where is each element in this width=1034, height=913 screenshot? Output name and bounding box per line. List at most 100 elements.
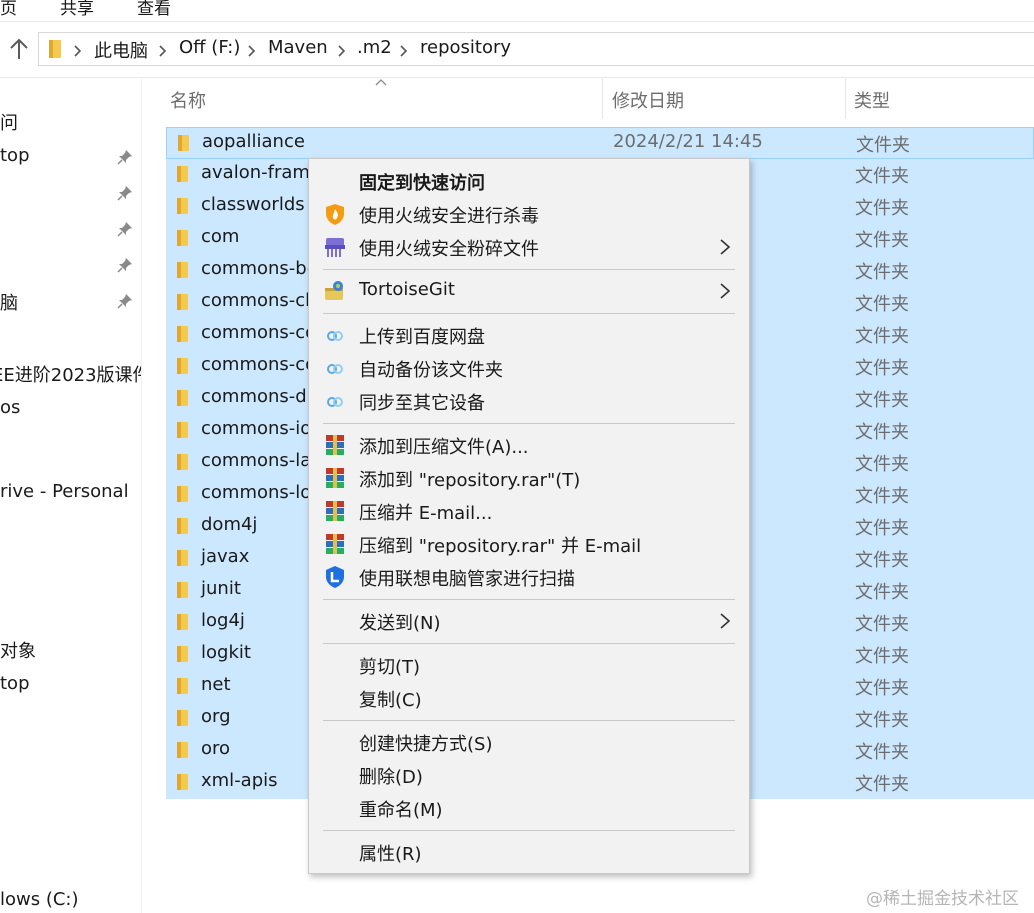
nav-item-desktop-2[interactable]: top	[0, 673, 30, 694]
folder-icon	[175, 165, 193, 183]
nav-item-this-pc-pinned[interactable]: 脑	[0, 289, 18, 315]
address-bar[interactable]: 此电脑 Off (F:) Maven .m2 repository	[38, 32, 1034, 66]
menu-item-label: TortoiseGit	[359, 279, 455, 300]
folder-icon	[175, 517, 193, 535]
menu-item-label: 上传到百度网盘	[359, 327, 485, 348]
address-row: 此电脑 Off (F:) Maven .m2 repository	[0, 22, 1034, 78]
folder-type: 文件夹	[855, 454, 909, 475]
folder-icon	[175, 197, 193, 215]
column-divider[interactable]	[602, 79, 603, 119]
submenu-arrow-icon	[720, 239, 731, 255]
menu-separator	[323, 269, 735, 270]
folder-name: commons-io	[201, 418, 312, 439]
menu-item-label: 重命名(M)	[359, 800, 443, 821]
folder-icon	[175, 293, 193, 311]
folder-type: 文件夹	[855, 358, 909, 379]
ribbon-tab-share[interactable]: 共享	[60, 0, 94, 19]
column-header-modified[interactable]: 修改日期	[612, 87, 684, 113]
menu-item-label: 使用火绒安全进行杀毒	[359, 206, 539, 227]
folder-icon	[175, 421, 193, 439]
column-divider[interactable]	[845, 79, 846, 119]
menu-item-huorong-shred[interactable]: 使用火绒安全粉碎文件	[309, 231, 749, 263]
folder-type: 文件夹	[855, 518, 909, 539]
breadcrumb-this-pc[interactable]: 此电脑	[94, 37, 148, 63]
menu-item-copy[interactable]: 复制(C)	[309, 682, 749, 714]
folder-name: dom4j	[201, 514, 258, 535]
breadcrumb-maven[interactable]: Maven	[268, 37, 328, 58]
menu-item-huorong-scan[interactable]: 使用火绒安全进行杀毒	[309, 198, 749, 230]
menu-item-cut[interactable]: 剪切(T)	[309, 649, 749, 681]
folder-icon	[176, 134, 194, 152]
baidu-netdisk-icon	[323, 356, 347, 380]
folder-icon	[175, 549, 193, 567]
menu-item-rar-email[interactable]: 压缩并 E-mail...	[309, 495, 749, 527]
menu-item-rar-add[interactable]: 添加到压缩文件(A)...	[309, 429, 749, 461]
menu-item-label: 复制(C)	[359, 690, 422, 711]
shredder-icon	[323, 235, 347, 259]
folder-icon	[175, 709, 193, 727]
menu-item-pin-quick-access[interactable]: 固定到快速访问	[309, 165, 749, 197]
menu-item-baidu-backup[interactable]: 自动备份该文件夹	[309, 352, 749, 384]
ribbon-tab-home[interactable]: 页	[0, 0, 17, 19]
folder-icon	[175, 389, 193, 407]
menu-item-rename[interactable]: 重命名(M)	[309, 792, 749, 824]
menu-item-lenovo-scan[interactable]: 使用联想电脑管家进行扫描	[309, 561, 749, 593]
menu-item-create-shortcut[interactable]: 创建快捷方式(S)	[309, 726, 749, 758]
menu-separator	[323, 313, 735, 314]
nav-item-windows-c[interactable]: lows (C:)	[0, 889, 79, 910]
breadcrumb-m2[interactable]: .m2	[357, 37, 392, 58]
menu-item-label: 压缩并 E-mail...	[359, 503, 493, 524]
sort-ascending-icon	[375, 79, 387, 86]
menu-item-send-to[interactable]: 发送到(N)	[309, 605, 749, 637]
menu-item-properties[interactable]: 属性(R)	[309, 836, 749, 868]
folder-type: 文件夹	[855, 390, 909, 411]
folder-type: 文件夹	[855, 710, 909, 731]
folder-row[interactable]: aopalliance 2024/2/21 14:45 文件夹	[166, 127, 1034, 159]
folder-icon	[175, 357, 193, 375]
menu-item-delete[interactable]: 删除(D)	[309, 759, 749, 791]
chevron-right-icon	[156, 42, 170, 57]
nav-item-quick-access[interactable]: 问	[0, 109, 18, 135]
pin-icon	[117, 149, 133, 165]
context-menu: 固定到快速访问 使用火绒安全进行杀毒 使用火绒安全粉碎文件 TortoiseGi…	[308, 158, 750, 874]
watermark: @稀土掘金技术社区	[866, 889, 1019, 909]
breadcrumb-repository[interactable]: repository	[420, 37, 511, 58]
folder-type: 文件夹	[855, 230, 909, 251]
folder-icon	[175, 677, 193, 695]
up-button[interactable]	[6, 34, 32, 64]
navigation-pane: 问 top 脑 EE进阶2023版课件 os rive - Personal 对…	[0, 79, 142, 913]
nav-item-desktop[interactable]: top	[0, 145, 30, 166]
menu-item-label: 同步至其它设备	[359, 393, 485, 414]
menu-item-label: 压缩到 "repository.rar" 并 E-mail	[359, 536, 642, 557]
menu-item-label: 发送到(N)	[359, 613, 441, 634]
menu-separator	[323, 643, 735, 644]
menu-item-baidu-sync[interactable]: 同步至其它设备	[309, 385, 749, 417]
menu-item-rar-named-email[interactable]: 压缩到 "repository.rar" 并 E-mail	[309, 528, 749, 560]
menu-separator	[323, 830, 735, 831]
folder-icon	[175, 325, 193, 343]
folder-icon	[175, 741, 193, 759]
folder-type: 文件夹	[855, 326, 909, 347]
winrar-icon	[323, 499, 347, 523]
nav-item-videos[interactable]: os	[0, 397, 20, 418]
folder-type: 文件夹	[855, 262, 909, 283]
nav-item-onedrive[interactable]: rive - Personal	[0, 481, 129, 502]
pin-icon	[117, 293, 133, 309]
baidu-netdisk-icon	[323, 389, 347, 413]
chevron-right-icon	[71, 42, 85, 57]
column-header-name[interactable]: 名称	[170, 87, 206, 113]
folder-icon	[175, 581, 193, 599]
menu-item-tortoisegit[interactable]: TortoiseGit	[309, 275, 749, 307]
folder-type: 文件夹	[855, 774, 909, 795]
menu-item-label: 使用联想电脑管家进行扫描	[359, 569, 575, 590]
nav-item-course-folder[interactable]: EE进阶2023版课件	[0, 361, 141, 387]
column-header-type[interactable]: 类型	[854, 87, 890, 113]
folder-name: xml-apis	[201, 770, 278, 791]
breadcrumb-drive[interactable]: Off (F:)	[179, 37, 240, 58]
folder-type: 文件夹	[855, 198, 909, 219]
winrar-icon	[323, 532, 347, 556]
menu-item-rar-add-named[interactable]: 添加到 "repository.rar"(T)	[309, 462, 749, 494]
nav-item-3d-objects[interactable]: 对象	[0, 637, 36, 663]
menu-item-baidu-upload[interactable]: 上传到百度网盘	[309, 319, 749, 351]
ribbon-tab-view[interactable]: 查看	[137, 0, 171, 19]
